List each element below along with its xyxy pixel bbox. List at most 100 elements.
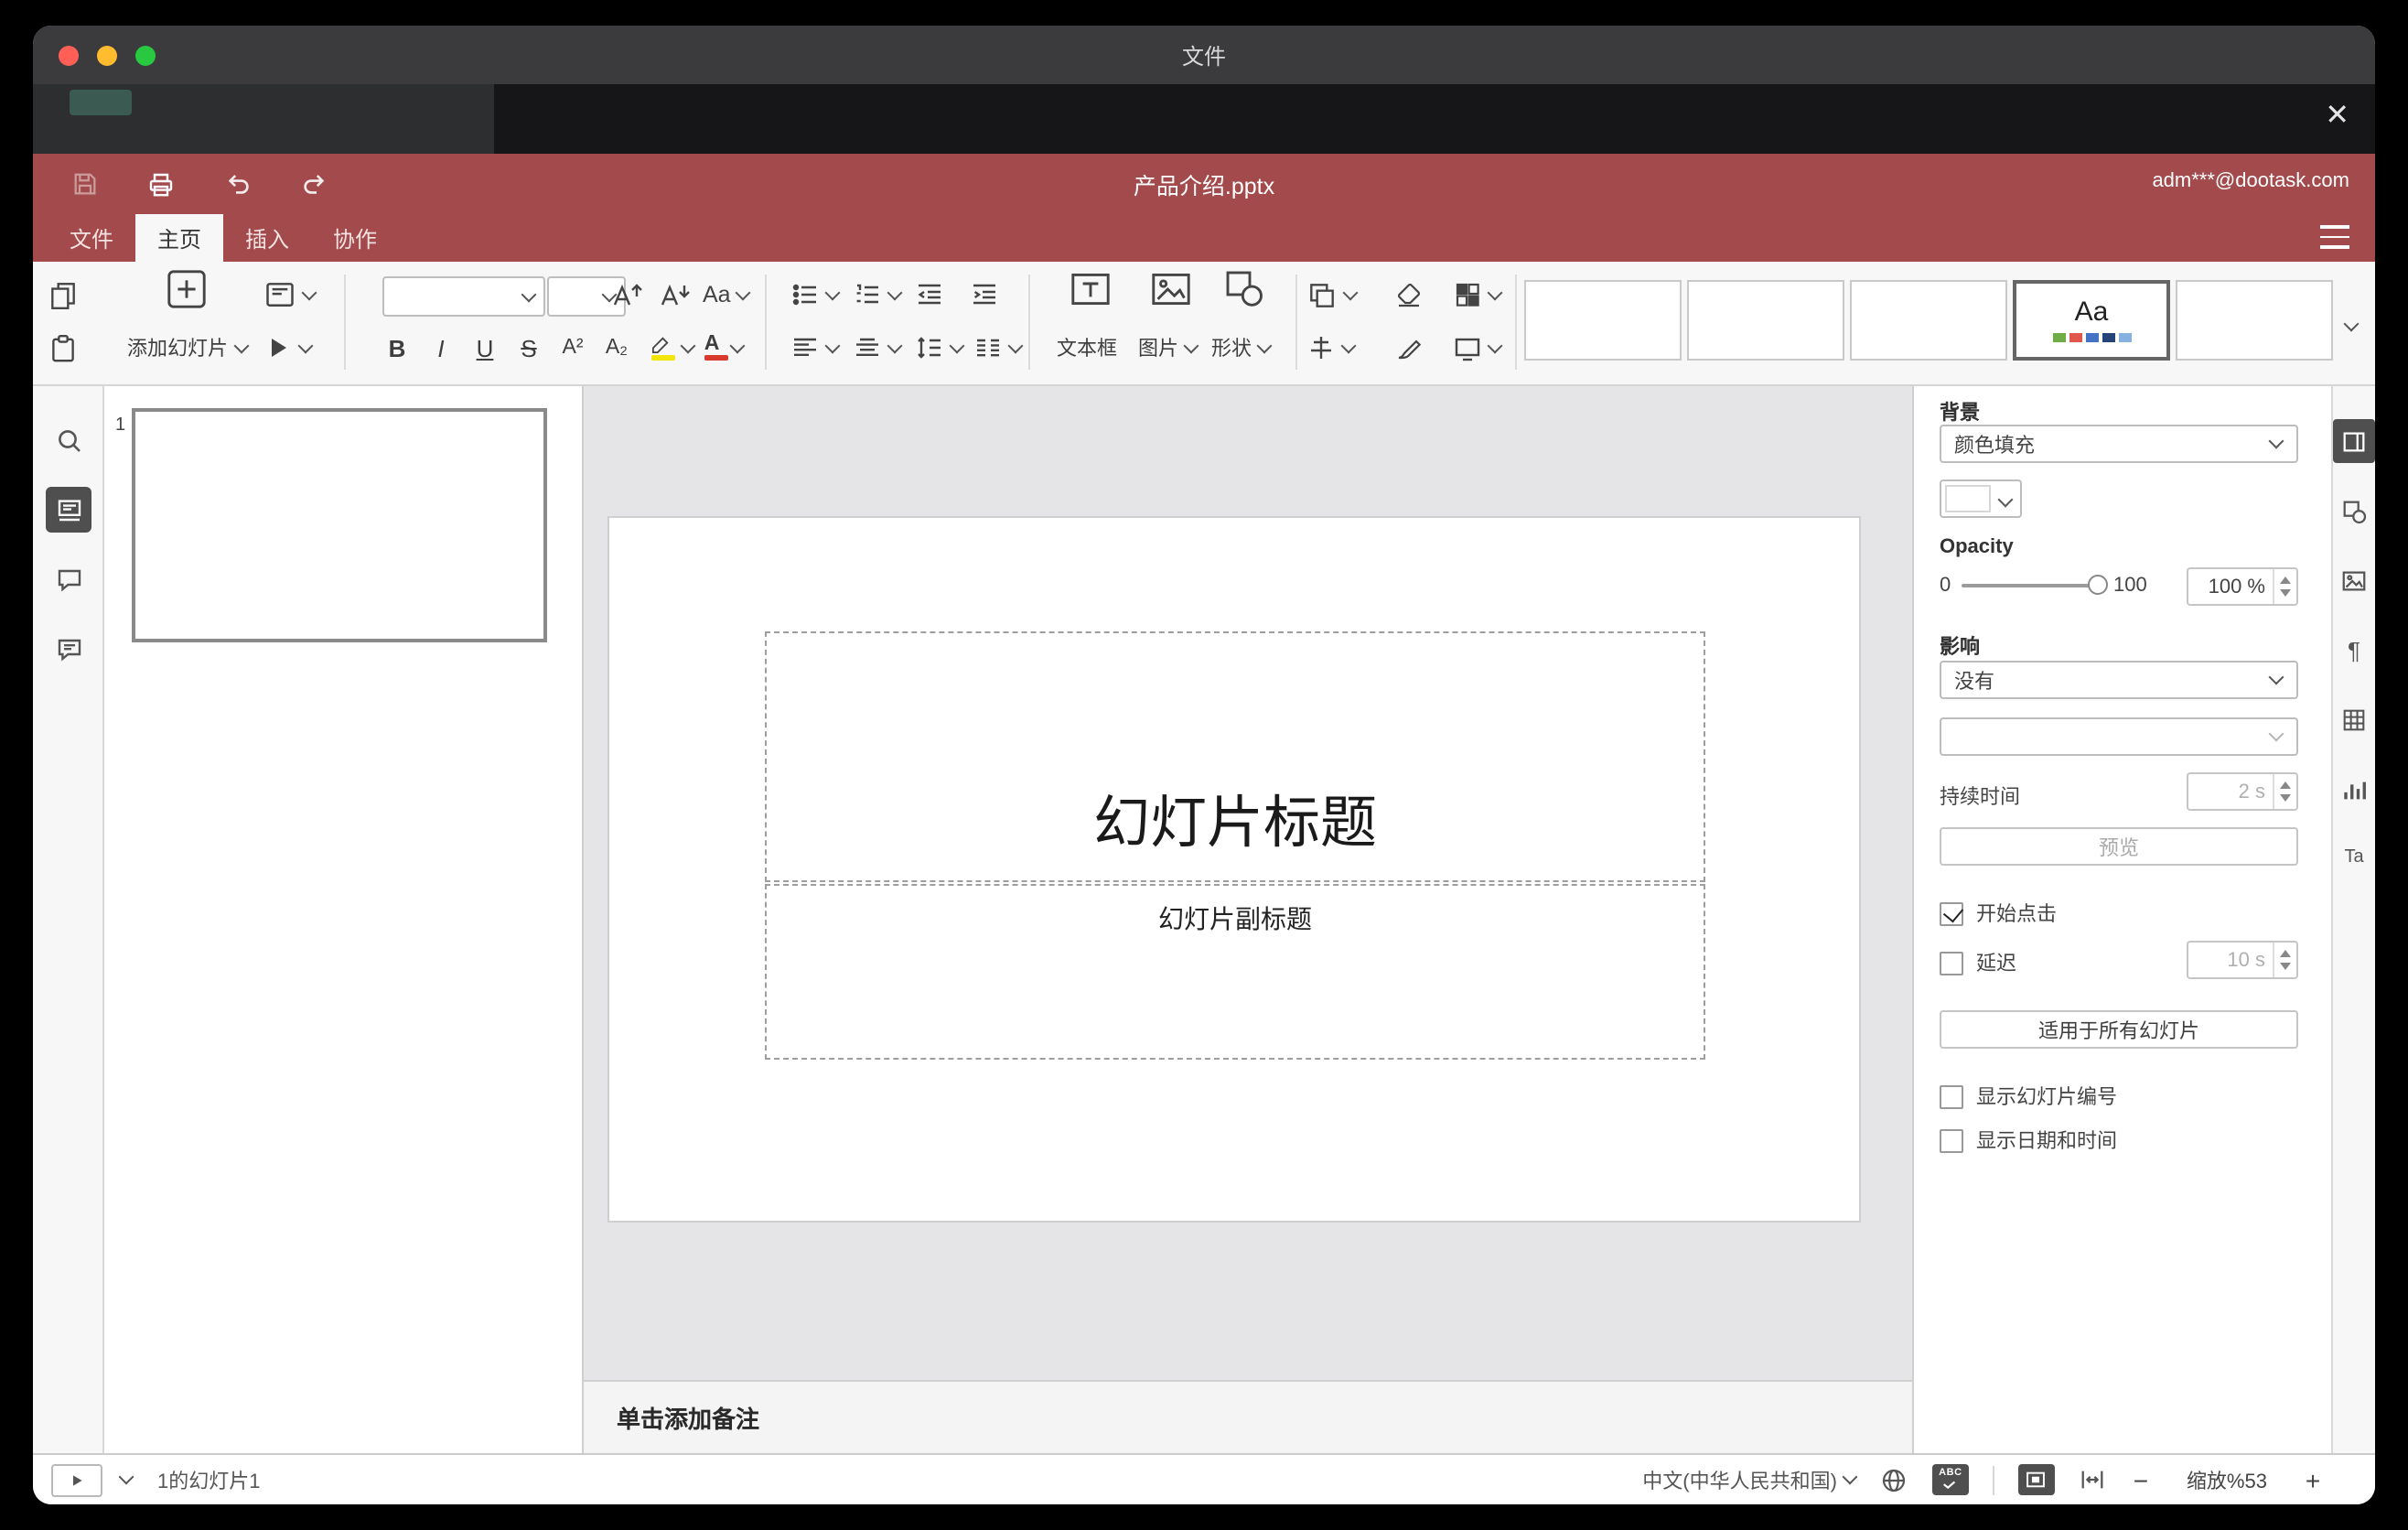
checkbox-box[interactable] — [1940, 901, 1963, 925]
theme-thumbnail[interactable] — [2176, 280, 2333, 361]
slides-panel-icon[interactable] — [46, 487, 91, 533]
preview-button[interactable]: 预览 — [1940, 827, 2298, 866]
apply-to-all-slides-button[interactable]: 适用于所有幻灯片 — [1940, 1010, 2298, 1049]
highlight-color-button[interactable] — [648, 328, 696, 368]
align-shapes-button[interactable] — [1306, 328, 1357, 368]
vertical-align-button[interactable] — [853, 328, 903, 368]
spinner-arrows[interactable] — [2273, 569, 2296, 604]
opacity-spinner[interactable]: 100 % — [2187, 567, 2298, 606]
effect-select[interactable]: 没有 — [1940, 661, 2298, 699]
document-language-icon[interactable] — [1879, 1465, 1908, 1494]
spellcheck-toggle[interactable]: ABC — [1931, 1464, 1969, 1495]
fill-color-dropdown[interactable] — [1994, 481, 2020, 516]
theme-thumbnail[interactable] — [1687, 280, 1844, 361]
background-fill-select[interactable]: 颜色填充 — [1940, 425, 2298, 463]
spinner-arrows[interactable] — [2273, 774, 2296, 809]
text-box-icon[interactable] — [1069, 269, 1113, 309]
clear-style-icon[interactable] — [1394, 275, 1424, 315]
copy-style-icon[interactable] — [1394, 328, 1424, 368]
zoom-window-button[interactable] — [135, 46, 156, 66]
bold-button[interactable]: B — [379, 328, 415, 368]
show-slide-number-checkbox[interactable]: 显示幻灯片编号 — [1940, 1082, 2117, 1111]
color-scheme-button[interactable] — [1453, 275, 1503, 315]
comments-icon[interactable] — [46, 556, 91, 602]
tab-file[interactable]: 文件 — [48, 214, 135, 262]
decrease-font-size-icon[interactable] — [659, 275, 692, 315]
show-date-time-checkbox[interactable]: 显示日期和时间 — [1940, 1126, 2117, 1155]
theme-gallery-expand-button[interactable] — [2338, 306, 2360, 346]
slide-size-button[interactable] — [1453, 328, 1503, 368]
font-name-select[interactable] — [382, 276, 545, 317]
text-art-settings-icon[interactable]: Ta — [2333, 835, 2375, 878]
tab-collaboration[interactable]: 协作 — [311, 214, 399, 262]
columns-button[interactable] — [973, 328, 1024, 368]
slide-settings-icon[interactable] — [2333, 419, 2375, 463]
close-window-button[interactable] — [59, 46, 79, 66]
language-selector[interactable]: 中文(中华人民共和国) — [1642, 1465, 1858, 1494]
slide-thumbnail[interactable] — [132, 408, 547, 642]
chevron-down-icon[interactable] — [118, 1469, 134, 1485]
shape-button[interactable]: 形状 — [1200, 328, 1281, 368]
tab-insert[interactable]: 插入 — [223, 214, 311, 262]
notes-area[interactable]: 单击添加备注 — [584, 1380, 1912, 1453]
fit-width-toggle[interactable] — [2079, 1466, 2106, 1493]
paste-icon[interactable] — [48, 328, 79, 368]
slide-layout-button[interactable] — [263, 275, 317, 315]
spinner-arrows[interactable] — [2273, 943, 2296, 977]
numbered-list-button[interactable] — [853, 275, 903, 315]
start-slideshow-button[interactable] — [263, 328, 314, 368]
hamburger-menu-icon[interactable] — [2320, 225, 2349, 249]
arrange-shapes-button[interactable] — [1306, 275, 1359, 315]
theme-thumbnail[interactable] — [1524, 280, 1682, 361]
minimize-window-button[interactable] — [97, 46, 117, 66]
zoom-in-button[interactable]: + — [2302, 1465, 2324, 1494]
search-icon[interactable] — [46, 417, 91, 463]
close-icon[interactable]: ✕ — [2325, 99, 2349, 135]
duration-spinner[interactable]: 2 s — [2187, 772, 2298, 811]
slide-canvas[interactable]: 幻灯片标题 幻灯片副标题 — [607, 516, 1861, 1223]
superscript-button[interactable]: A² — [554, 328, 591, 368]
change-case-button[interactable]: Aa — [703, 275, 752, 315]
add-slide-icon[interactable] — [165, 269, 209, 309]
font-color-button[interactable]: A — [699, 328, 746, 368]
opacity-slider[interactable] — [1962, 584, 2101, 587]
theme-thumbnail-selected[interactable]: Aa — [2013, 280, 2170, 361]
checkbox-box[interactable] — [1940, 1084, 1963, 1108]
add-slide-button[interactable]: 添加幻灯片 — [113, 328, 260, 368]
fit-slide-toggle[interactable] — [2017, 1464, 2055, 1495]
copy-icon[interactable] — [48, 275, 79, 315]
start-slideshow-icon[interactable] — [51, 1463, 102, 1496]
image-icon[interactable] — [1149, 269, 1193, 309]
zoom-out-button[interactable]: − — [2130, 1465, 2152, 1494]
shape-settings-icon[interactable] — [2333, 489, 2375, 533]
title-placeholder[interactable]: 幻灯片标题 — [765, 631, 1705, 882]
bullet-list-button[interactable] — [790, 275, 841, 315]
underline-button[interactable]: U — [467, 328, 503, 368]
decrease-indent-icon[interactable] — [915, 275, 944, 315]
chart-settings-icon[interactable] — [2333, 767, 2375, 811]
italic-button[interactable]: I — [423, 328, 459, 368]
image-settings-icon[interactable] — [2333, 558, 2375, 602]
theme-thumbnail[interactable] — [1850, 280, 2007, 361]
tab-home[interactable]: 主页 — [135, 214, 223, 262]
increase-font-size-icon[interactable] — [611, 275, 644, 315]
checkbox-box[interactable] — [1940, 951, 1963, 975]
fill-color-picker[interactable] — [1940, 479, 2022, 518]
increase-indent-icon[interactable] — [970, 275, 999, 315]
chat-icon[interactable] — [46, 626, 91, 672]
text-box-button[interactable]: 文本框 — [1043, 328, 1131, 368]
line-spacing-button[interactable] — [915, 328, 965, 368]
horizontal-align-button[interactable] — [790, 328, 841, 368]
opacity-slider-knob[interactable] — [2088, 575, 2108, 595]
delay-spinner[interactable]: 10 s — [2187, 941, 2298, 979]
start-on-click-checkbox[interactable]: 开始点击 — [1940, 899, 2057, 928]
subscript-button[interactable]: A₂ — [598, 328, 635, 368]
image-button[interactable]: 图片 — [1127, 328, 1208, 368]
checkbox-box[interactable] — [1940, 1128, 1963, 1152]
table-settings-icon[interactable] — [2333, 697, 2375, 741]
paragraph-settings-icon[interactable]: ¶ — [2333, 628, 2375, 672]
delay-checkbox[interactable]: 延迟 — [1940, 948, 2016, 977]
strikethrough-button[interactable]: S — [511, 328, 547, 368]
subtitle-placeholder[interactable]: 幻灯片副标题 — [765, 884, 1705, 1060]
shape-icon[interactable] — [1222, 269, 1266, 309]
